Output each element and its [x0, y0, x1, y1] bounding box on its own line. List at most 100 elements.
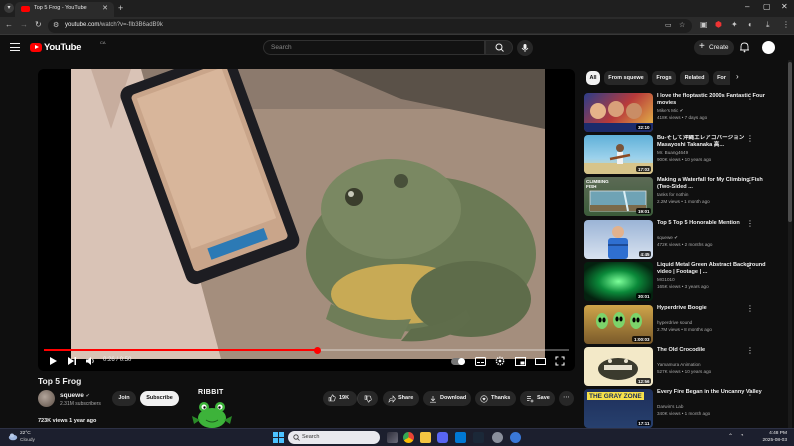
subscribe-button[interactable]: Subscribe — [140, 391, 179, 406]
taskbar-clock[interactable]: 4:48 PM 2025-08-03 — [755, 431, 787, 444]
share-button[interactable]: Share — [383, 391, 419, 406]
browser-tab[interactable]: Top 5 Frog - YouTube ✕ — [15, 2, 114, 17]
extension-icon[interactable]: ▣ — [700, 20, 708, 30]
app-icon[interactable] — [510, 432, 521, 443]
create-button[interactable]: + Create — [694, 40, 734, 55]
recommendation-channel[interactable]: tanks for nothin — [657, 192, 688, 197]
more-options-icon[interactable]: ⋮ — [746, 177, 754, 185]
join-button[interactable]: Join — [112, 391, 136, 406]
close-window-icon[interactable]: ✕ — [781, 2, 788, 11]
weather-widget[interactable]: 22°C Cloudy — [8, 431, 35, 443]
fullscreen-icon[interactable] — [555, 356, 565, 366]
channel-name[interactable]: squewe ✔ — [60, 392, 90, 399]
voice-search-button[interactable] — [517, 40, 533, 56]
theater-mode-icon[interactable] — [535, 357, 546, 366]
chips-next-chevron-icon[interactable]: › — [736, 72, 739, 81]
hamburger-menu-icon[interactable] — [10, 43, 20, 51]
recommendation-item[interactable]: 1:00:03 Hyperdrive Boogie hyperdrive sou… — [584, 305, 784, 344]
recommendation-thumbnail[interactable]: 1:00:03 — [584, 305, 653, 344]
chrome-icon[interactable] — [403, 432, 414, 443]
chip-for[interactable]: For — [713, 71, 730, 85]
channel-avatar[interactable] — [38, 390, 55, 407]
recommendation-item[interactable]: 30:01 Liquid Metal Green Abstract Backgr… — [584, 262, 784, 301]
taskbar-search-box[interactable]: Search — [288, 431, 380, 444]
subtitles-icon[interactable] — [475, 357, 486, 366]
chip-frogs[interactable]: Frogs — [652, 71, 676, 85]
network-icon[interactable]: ◔ — [740, 433, 744, 439]
search-input[interactable]: Search — [263, 40, 485, 55]
downloads-icon[interactable]: ⤓ — [766, 20, 770, 30]
bookmark-star-icon[interactable]: ☆ — [679, 21, 685, 31]
notifications-bell-icon[interactable] — [739, 41, 750, 53]
video-frame[interactable] — [71, 69, 545, 359]
more-options-icon[interactable]: ⋮ — [746, 305, 754, 313]
account-avatar[interactable] — [762, 41, 775, 54]
recommendation-item[interactable]: 32:10 I love the floptastic 2000s Fantas… — [584, 93, 784, 132]
address-bar[interactable]: ⚙ youtube.com/watch?v=-fIb3B6adB9k ▭ ☆ — [48, 19, 692, 33]
settings-gear-icon[interactable] — [495, 356, 505, 366]
recommendation-channel[interactable]: MG1010 — [657, 277, 675, 282]
browser-menu-icon[interactable]: ⋮ — [782, 20, 790, 30]
file-explorer-icon[interactable] — [420, 432, 431, 443]
reload-icon[interactable]: ↻ — [35, 20, 42, 30]
video-player[interactable]: 0:26 / 0:50 — [38, 69, 575, 371]
maximize-icon[interactable]: ▢ — [763, 2, 771, 11]
chip-all[interactable]: All — [586, 71, 600, 85]
recommendation-channel[interactable]: hyperdrive sound — [657, 320, 692, 325]
more-options-icon[interactable]: ⋮ — [746, 262, 754, 270]
download-button[interactable]: Download — [423, 391, 471, 406]
more-options-icon[interactable]: ⋮ — [746, 93, 754, 101]
vscode-icon[interactable] — [455, 432, 466, 443]
recommendation-item[interactable]: 17:03 Bu-そして沖縄エレアコバージョン Masayoshi Takana… — [584, 135, 784, 174]
recommendation-item[interactable]: CLIMBING FISH 19:01 Making a Waterfall f… — [584, 177, 784, 216]
recommendation-channel[interactable]: Mr. Buang4649 — [657, 150, 688, 155]
recommendation-item[interactable]: 4:45 Top 5 Top 5 Honorable Mention squew… — [584, 220, 784, 259]
recommendation-thumbnail[interactable]: THE GRAY ZONE 17:11 — [584, 389, 653, 428]
settings-gear-icon[interactable] — [492, 432, 503, 443]
chip-related[interactable]: Related — [680, 71, 709, 85]
extensions-puzzle-icon[interactable]: ✦ — [731, 20, 738, 30]
like-button[interactable]: 19K — [323, 391, 357, 406]
profile-icon[interactable]: ◐ — [748, 20, 753, 30]
steam-icon[interactable] — [473, 432, 484, 443]
recommendation-thumbnail[interactable]: 30:01 — [584, 262, 653, 301]
volume-icon[interactable] — [85, 356, 96, 366]
recommendation-thumbnail[interactable]: CLIMBING FISH 19:01 — [584, 177, 653, 216]
tab-search-button[interactable]: ▾ — [4, 3, 14, 13]
system-tray-chevron-icon[interactable]: ⌃ — [728, 433, 733, 440]
cast-icon[interactable]: ▭ — [665, 21, 672, 31]
recommendation-thumbnail[interactable]: 12:56 — [584, 347, 653, 386]
autoplay-toggle[interactable] — [451, 358, 465, 365]
windows-start-icon[interactable] — [273, 432, 284, 443]
adblock-icon[interactable]: ⬢ — [715, 20, 722, 30]
next-video-icon[interactable] — [67, 356, 77, 366]
recommendation-channel[interactable]: Yamamura Animation — [657, 362, 701, 367]
page-scrollbar-thumb[interactable] — [788, 62, 792, 222]
site-info-icon[interactable]: ⚙ — [53, 21, 59, 31]
task-view-icon[interactable] — [387, 432, 398, 443]
new-tab-button[interactable]: + — [118, 3, 123, 13]
more-options-icon[interactable]: ⋮ — [746, 347, 754, 355]
search-button[interactable] — [485, 40, 513, 55]
recommendation-channel[interactable]: Mike's Mic ✔ — [657, 108, 683, 114]
close-tab-icon[interactable]: ✕ — [102, 4, 108, 12]
recommendation-item[interactable]: THE GRAY ZONE 17:11 Every Fire Began in … — [584, 389, 784, 428]
dislike-button[interactable] — [357, 391, 378, 406]
more-options-icon[interactable]: ⋮ — [746, 389, 754, 397]
recommendation-item[interactable]: 12:56 The Old Crocodile Yamamura Animati… — [584, 347, 784, 386]
minimize-icon[interactable]: – — [745, 2, 749, 11]
save-button[interactable]: Save — [520, 391, 555, 406]
recommendation-channel[interactable]: squewe ✔ — [657, 235, 678, 241]
more-options-icon[interactable]: ⋮ — [746, 135, 754, 143]
forward-arrow-icon[interactable]: → — [20, 20, 28, 30]
recommendation-thumbnail[interactable]: 4:45 — [584, 220, 653, 259]
more-actions-icon[interactable]: ⋯ — [559, 391, 574, 406]
miniplayer-icon[interactable] — [515, 357, 526, 366]
discord-icon[interactable] — [437, 432, 448, 443]
back-arrow-icon[interactable]: ← — [5, 20, 13, 30]
recommendation-channel[interactable]: Darwin's Lab — [657, 404, 683, 409]
recommendation-thumbnail[interactable]: 32:10 — [584, 93, 653, 132]
recommendation-thumbnail[interactable]: 17:03 — [584, 135, 653, 174]
thanks-button[interactable]: Thanks — [475, 391, 516, 406]
play-icon[interactable] — [48, 356, 58, 366]
